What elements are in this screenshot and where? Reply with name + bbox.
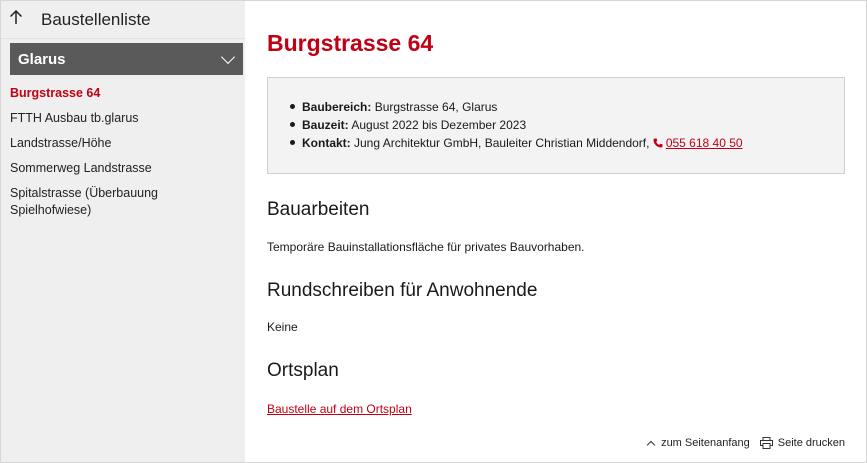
print-button[interactable]: Seite drucken	[759, 437, 845, 449]
caret-up-icon	[646, 440, 656, 449]
info-box: Baubereich: Burgstrasse 64, Glarus Bauze…	[267, 77, 845, 174]
info-list: Baubereich: Burgstrasse 64, Glarus Bauze…	[268, 78, 844, 152]
arrow-up-icon	[9, 9, 31, 30]
sidebar-item-sommerweg-landstrasse[interactable]: Sommerweg Landstrasse	[10, 156, 240, 181]
sidebar-item-ftth-ausbau[interactable]: FTTH Ausbau tb.glarus	[10, 106, 240, 131]
sidebar-item-spitalstrasse[interactable]: Spitalstrasse (Überbauung Spielhofwiese)	[10, 181, 240, 223]
section-title: Glarus	[18, 50, 66, 68]
back-to-top-label: zum Seitenanfang	[661, 437, 750, 449]
heading-rundschreiben: Rundschreiben für Anwohnende	[267, 280, 538, 301]
page-title: Burgstrasse 64	[267, 30, 434, 56]
bauzeit-label: Bauzeit:	[302, 118, 349, 132]
info-item-bauzeit: Bauzeit: August 2022 bis Dezember 2023	[290, 116, 844, 134]
bauarbeiten-text: Temporäre Bauinstallationsfläche für pri…	[267, 240, 585, 254]
ortsplan-link[interactable]: Baustelle auf dem Ortsplan	[267, 402, 412, 416]
back-link-label: Baustellenliste	[41, 9, 151, 29]
sidebar-nav-list: Burgstrasse 64 FTTH Ausbau tb.glarus Lan…	[10, 81, 240, 223]
heading-bauarbeiten: Bauarbeiten	[267, 199, 370, 220]
phone-link[interactable]: 055 618 40 50	[666, 136, 743, 150]
ortsplan-paragraph: Baustelle auf dem Ortsplan	[267, 402, 412, 416]
footer-actions: zum Seitenanfang Seite drucken	[638, 437, 845, 449]
chevron-down-icon	[220, 49, 236, 64]
rundschreiben-text: Keine	[267, 320, 298, 334]
info-item-baubereich: Baubereich: Burgstrasse 64, Glarus	[290, 98, 844, 116]
back-to-list-link[interactable]: Baustellenliste	[1, 1, 245, 39]
heading-ortsplan: Ortsplan	[267, 360, 339, 381]
print-label: Seite drucken	[777, 437, 845, 449]
kontakt-value: Jung Architektur GmbH, Bauleiter Christi…	[350, 136, 653, 150]
sidebar-item-burgstrasse-64[interactable]: Burgstrasse 64	[10, 81, 240, 106]
info-item-kontakt: Kontakt: Jung Architektur GmbH, Bauleite…	[290, 134, 844, 152]
bauzeit-value: August 2022 bis Dezember 2023	[348, 118, 527, 132]
section-header-glarus[interactable]: Glarus	[10, 43, 243, 75]
sidebar: Baustellenliste Glarus Burgstrasse 64 FT…	[1, 1, 245, 462]
kontakt-label: Kontakt:	[302, 136, 351, 150]
sidebar-item-landstrasse-hoehe[interactable]: Landstrasse/Höhe	[10, 131, 240, 156]
phone-icon	[653, 135, 663, 148]
printer-icon	[759, 437, 773, 449]
baubereich-value: Burgstrasse 64, Glarus	[371, 100, 498, 114]
baubereich-label: Baubereich:	[302, 100, 372, 114]
main-content: Burgstrasse 64 Baubereich: Burgstrasse 6…	[267, 0, 847, 463]
back-to-top-button[interactable]: zum Seitenanfang	[646, 437, 750, 449]
